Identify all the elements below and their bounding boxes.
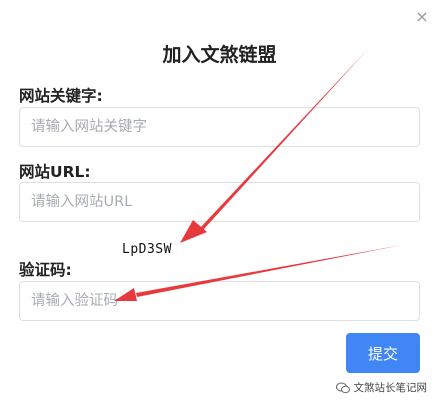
url-label: 网站URL: (19, 163, 91, 181)
dialog-title: 加入文煞链盟 (162, 44, 277, 66)
wechat-icon (335, 382, 350, 393)
captcha-label: 验证码: (19, 261, 72, 279)
keyword-label: 网站关键字: (19, 87, 103, 105)
captcha-input[interactable] (19, 281, 420, 321)
url-input[interactable] (19, 182, 420, 222)
keyword-input[interactable] (19, 107, 420, 147)
submit-button[interactable]: 提交 (346, 333, 420, 373)
watermark: 文煞站长笔记网 (335, 380, 428, 395)
watermark-text: 文煞站长笔记网 (353, 382, 428, 394)
join-link-alliance-dialog: × 加入文煞链盟 网站关键字: 网站URL: LpD3SW 验证码: 提交 文煞… (0, 0, 439, 404)
arrowhead-annotation-1 (180, 220, 207, 243)
captcha-image[interactable]: LpD3SW (122, 242, 172, 257)
close-icon[interactable]: × (414, 9, 430, 25)
